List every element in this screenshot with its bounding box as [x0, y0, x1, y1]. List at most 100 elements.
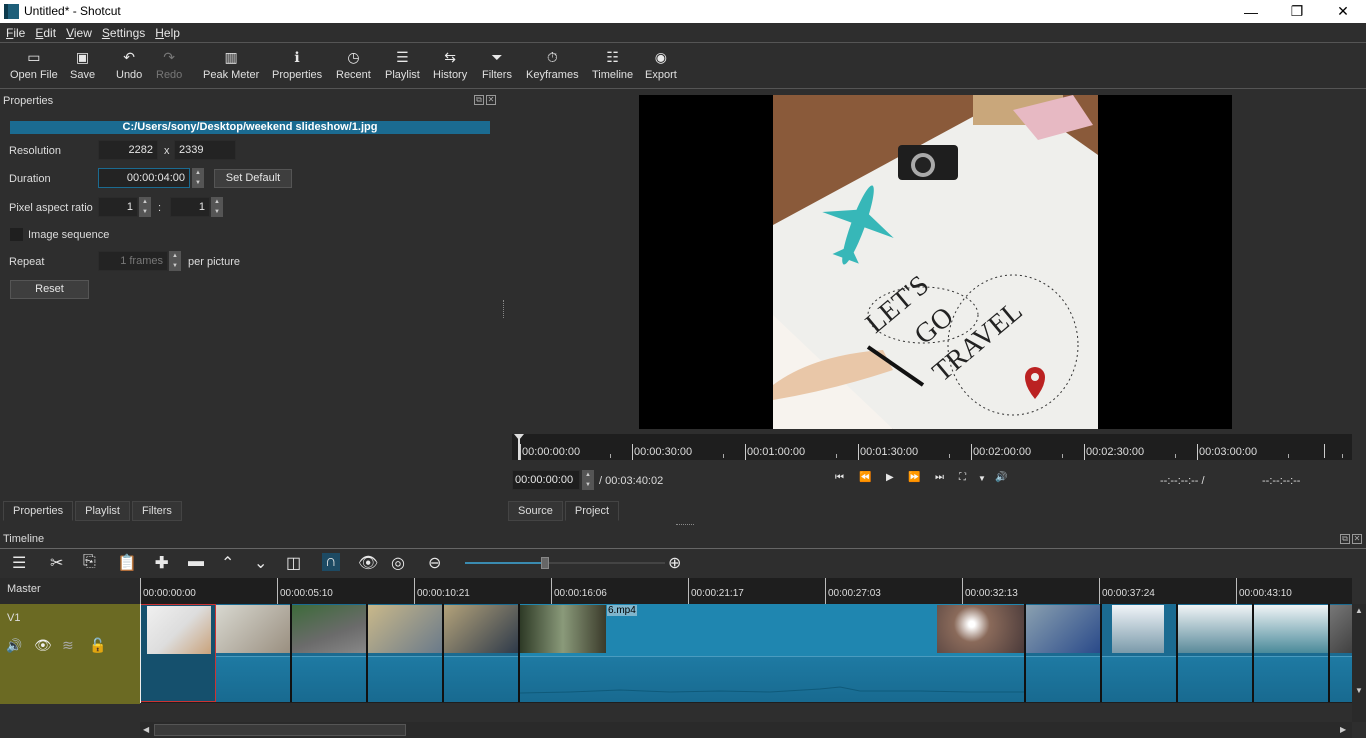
mute-icon[interactable]: 🔊: [6, 638, 22, 654]
peak-meter-button[interactable]: ▥ Peak Meter: [203, 48, 259, 81]
tab-project[interactable]: Project: [564, 501, 620, 521]
history-button[interactable]: ⇆ History: [433, 48, 467, 81]
maximize-button[interactable]: ❐: [1274, 0, 1320, 23]
scroll-left-icon[interactable]: ◀: [143, 725, 149, 734]
zoom-out-icon[interactable]: ⊖: [428, 553, 441, 573]
undo-button[interactable]: ↶ Undo: [116, 48, 142, 81]
volume-icon[interactable]: 🔊: [995, 472, 1007, 483]
copy-icon[interactable]: ⎘: [83, 553, 96, 571]
scrub-eye-icon[interactable]: 👁: [358, 553, 378, 573]
par-denominator-spinner[interactable]: ▲ ▼: [211, 197, 223, 217]
menu-icon[interactable]: ☰: [12, 553, 26, 573]
clip-5[interactable]: [444, 604, 520, 702]
par-numerator-spinner[interactable]: ▲ ▼: [139, 197, 151, 217]
skip-to-start-icon[interactable]: ⏮: [835, 472, 844, 483]
menu-edit[interactable]: Edit: [35, 26, 56, 40]
track-v1-header[interactable]: V1 🔊 👁 ≋ 🔓: [0, 604, 140, 704]
clip-8[interactable]: [1102, 604, 1178, 702]
timeline-playhead[interactable]: [140, 604, 141, 703]
transport-bar: 00:00:00:00 ▲ ▼ / 00:03:40:02 ⏮ ⏪ ▶ ⏩ ⏭ ⛶…: [512, 468, 1352, 492]
clip-9[interactable]: [1178, 604, 1254, 702]
zoom-slider[interactable]: [465, 557, 665, 569]
zoom-dropdown-icon[interactable]: ▼: [978, 474, 986, 483]
clip-1[interactable]: [140, 604, 216, 702]
close-button[interactable]: ✕: [1320, 0, 1366, 23]
tab-playlist[interactable]: Playlist: [75, 501, 130, 521]
set-default-button[interactable]: Set Default: [214, 169, 292, 188]
vertical-splitter-handle[interactable]: [676, 524, 694, 525]
keyframes-button[interactable]: ⏱ Keyframes: [526, 48, 579, 81]
resolution-width-field[interactable]: 2282: [98, 140, 158, 160]
reset-button[interactable]: Reset: [10, 280, 89, 299]
clip-6-mp4[interactable]: 6.mp4: [519, 604, 1026, 702]
duration-field[interactable]: 00:00:04:00: [98, 168, 190, 188]
playlist-button[interactable]: ☰ Playlist: [385, 48, 420, 81]
skip-to-end-icon[interactable]: ⏭: [935, 472, 944, 483]
menu-settings[interactable]: Settings: [102, 26, 145, 40]
lock-icon[interactable]: 🔓: [89, 637, 106, 654]
scroll-up-icon[interactable]: ▲: [1355, 606, 1363, 615]
filters-button[interactable]: ⏷ Filters: [482, 48, 512, 81]
cut-icon[interactable]: ✂: [50, 553, 63, 573]
tab-properties[interactable]: Properties: [3, 501, 74, 521]
timeline-ruler[interactable]: 00:00:00:00 00:00:05:10 00:00:10:21 00:0…: [140, 578, 1352, 604]
current-time-field[interactable]: 00:00:00:00: [512, 470, 580, 490]
lift-icon[interactable]: ⌃: [221, 553, 234, 573]
horizontal-scroll-thumb[interactable]: [154, 724, 406, 736]
play-icon[interactable]: ▶: [886, 472, 894, 483]
zoom-in-icon[interactable]: ⊕: [668, 553, 681, 573]
minimize-button[interactable]: —: [1228, 0, 1274, 23]
append-icon[interactable]: ✚: [155, 553, 168, 573]
duration-spinner[interactable]: ▲ ▼: [192, 168, 204, 188]
split-icon[interactable]: ◫: [286, 553, 301, 573]
remove-icon[interactable]: ▬: [188, 553, 204, 571]
paste-icon[interactable]: 📋: [117, 553, 137, 573]
tab-source[interactable]: Source: [508, 501, 563, 521]
scroll-right-icon[interactable]: ▶: [1340, 725, 1346, 734]
save-button[interactable]: ▣ Save: [70, 48, 95, 81]
snap-magnet-icon[interactable]: ∩: [322, 553, 340, 571]
fast-forward-icon[interactable]: ⏩: [908, 472, 920, 483]
eye-icon[interactable]: 👁: [34, 637, 52, 654]
open-file-button[interactable]: ▭ Open File: [10, 48, 58, 81]
menu-file[interactable]: File: [6, 26, 25, 40]
scroll-down-icon[interactable]: ▼: [1355, 686, 1363, 695]
clip-3[interactable]: [292, 604, 368, 702]
par-denominator-field[interactable]: 1: [170, 197, 210, 217]
redo-button[interactable]: ↷ Redo: [156, 48, 182, 81]
par-separator: :: [158, 202, 162, 214]
zoom-fit-icon[interactable]: ⛶: [959, 472, 966, 483]
menu-help[interactable]: Help: [155, 26, 180, 40]
horizontal-scrollbar[interactable]: ◀ ▶: [140, 722, 1352, 738]
repeat-spinner[interactable]: ▲ ▼: [169, 251, 181, 271]
clip-11[interactable]: [1330, 604, 1352, 702]
vertical-scrollbar[interactable]: ▲ ▼: [1352, 604, 1366, 722]
tab-filters[interactable]: Filters: [131, 501, 182, 521]
splitter-handle[interactable]: [503, 300, 506, 318]
close-dock-button[interactable]: ✕: [486, 95, 496, 105]
clip-4[interactable]: [368, 604, 444, 702]
ripple-target-icon[interactable]: ◎: [391, 553, 405, 573]
resolution-height-field[interactable]: 2339: [174, 140, 236, 160]
zoom-slider-handle[interactable]: [541, 557, 549, 569]
export-button[interactable]: ◉ Export: [645, 48, 677, 81]
recent-button[interactable]: ◷ Recent: [336, 48, 371, 81]
float-dock-button[interactable]: ⧉: [474, 95, 484, 105]
clip-2[interactable]: [216, 604, 292, 702]
properties-button[interactable]: ℹ Properties: [272, 48, 322, 81]
repeat-field[interactable]: 1 frames: [98, 251, 168, 271]
rewind-icon[interactable]: ⏪: [859, 472, 871, 483]
viewer-ruler[interactable]: 00:00:00:00 00:00:30:00 00:01:00:00 00:0…: [512, 434, 1352, 460]
image-sequence-checkbox[interactable]: [10, 228, 23, 241]
overwrite-icon[interactable]: ⌄: [254, 553, 267, 573]
par-numerator-field[interactable]: 1: [98, 197, 138, 217]
timeline-float-button[interactable]: ⧉: [1340, 534, 1350, 544]
timeline-button[interactable]: ☷ Timeline: [592, 48, 633, 81]
clip-10[interactable]: [1254, 604, 1330, 702]
viewer-tabs: Source Project: [508, 501, 621, 521]
timeline-close-button[interactable]: ✕: [1352, 534, 1362, 544]
composite-icon[interactable]: ≋: [62, 637, 74, 654]
current-time-spinner[interactable]: ▲ ▼: [582, 470, 594, 490]
menu-view[interactable]: View: [66, 26, 92, 40]
clip-7[interactable]: [1026, 604, 1102, 702]
